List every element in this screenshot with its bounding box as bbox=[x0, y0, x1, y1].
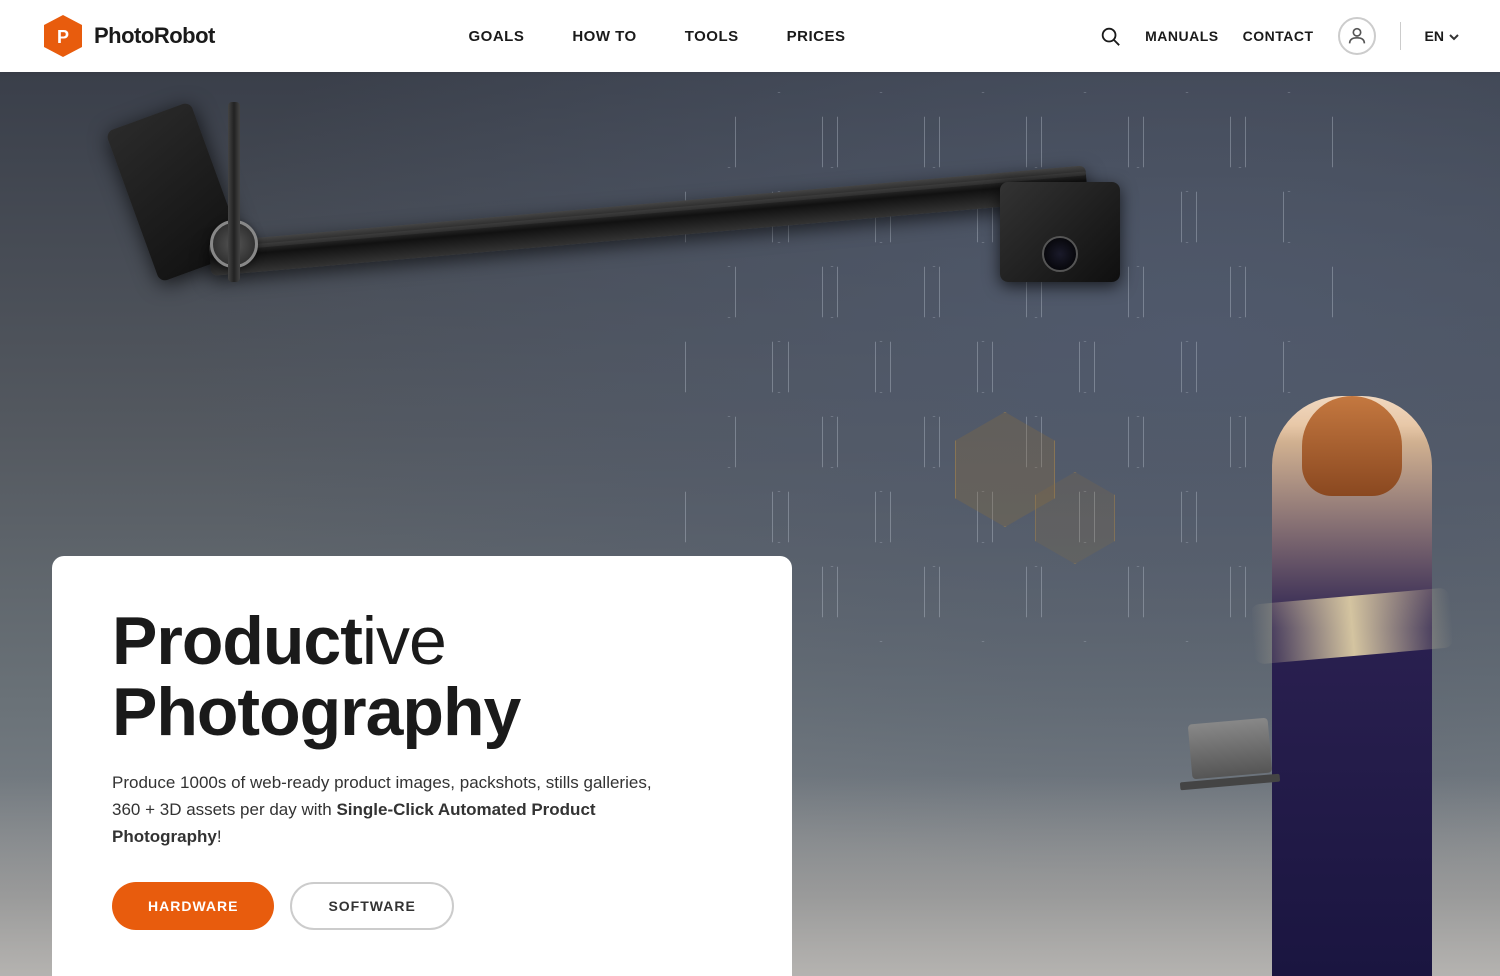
search-button[interactable] bbox=[1099, 25, 1121, 47]
person-area bbox=[1252, 336, 1452, 976]
nav-links: GOALS HOW TO TOOLS PRICES bbox=[469, 28, 846, 45]
user-icon bbox=[1346, 25, 1368, 47]
chevron-down-icon bbox=[1448, 31, 1460, 43]
hero-section: Productive Photography Produce 1000s of … bbox=[0, 72, 1500, 976]
nav-howto[interactable]: HOW TO bbox=[572, 28, 636, 45]
logo-text[interactable]: PhotoRobot bbox=[94, 23, 215, 49]
hardware-button[interactable]: HARDWARE bbox=[112, 882, 274, 930]
hero-subtitle-end: ! bbox=[217, 827, 222, 846]
navbar: P PhotoRobot GOALS HOW TO TOOLS PRICES M… bbox=[0, 0, 1500, 72]
language-selector[interactable]: EN bbox=[1425, 28, 1460, 44]
logo-area: P PhotoRobot bbox=[40, 13, 215, 59]
nav-tools[interactable]: TOOLS bbox=[685, 28, 739, 45]
hero-cta-buttons: HARDWARE SOFTWARE bbox=[112, 882, 732, 930]
hero-title-bold: Product bbox=[112, 603, 362, 679]
hero-subtitle: Produce 1000s of web-ready product image… bbox=[112, 769, 672, 851]
logo-icon[interactable]: P bbox=[40, 13, 86, 59]
person-hair bbox=[1302, 396, 1402, 496]
contact-link[interactable]: CONTACT bbox=[1243, 28, 1314, 44]
navbar-divider bbox=[1400, 22, 1401, 50]
laptop-screen bbox=[1188, 718, 1272, 780]
hero-headline: Productive Photography bbox=[112, 606, 732, 749]
manuals-link[interactable]: MANUALS bbox=[1145, 28, 1219, 44]
hero-title-light: ive bbox=[362, 603, 446, 679]
hero-title-wrap: Productive Photography bbox=[112, 606, 732, 749]
lang-label: EN bbox=[1425, 28, 1444, 44]
search-icon bbox=[1099, 25, 1121, 47]
svg-text:P: P bbox=[57, 27, 69, 47]
user-account-button[interactable] bbox=[1338, 17, 1376, 55]
nav-goals[interactable]: GOALS bbox=[469, 28, 525, 45]
nav-prices[interactable]: PRICES bbox=[787, 28, 846, 45]
hero-text-card: Productive Photography Produce 1000s of … bbox=[52, 556, 792, 976]
navbar-right: MANUALS CONTACT EN bbox=[1099, 17, 1460, 55]
software-button[interactable]: SOFTWARE bbox=[290, 882, 453, 930]
hero-title-line2: Photography bbox=[112, 674, 520, 750]
